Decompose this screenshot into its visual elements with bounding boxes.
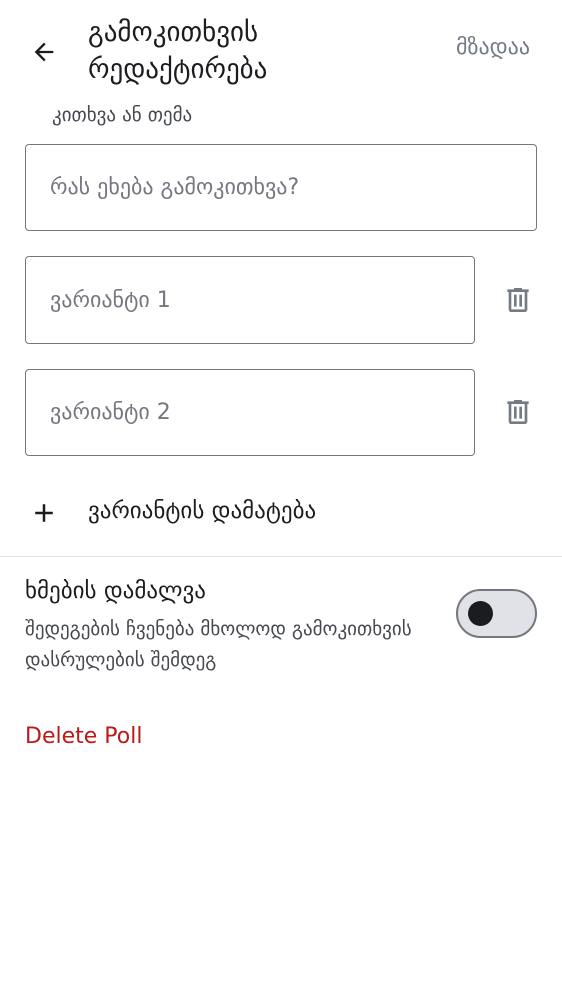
trash-icon — [507, 400, 529, 424]
page-title: გამოკითხვის რედაქტირება — [88, 17, 268, 85]
question-placeholder: რას ეხება გამოკითხვა? — [50, 175, 300, 200]
app-bar: გამოკითხვის რედაქტირება მზადაა — [0, 0, 562, 100]
option-1-placeholder: ვარიანტი 1 — [50, 287, 171, 313]
delete-option-2-button[interactable] — [500, 394, 536, 430]
delete-poll-button[interactable]: Delete Poll — [25, 724, 142, 749]
option-1-input[interactable]: ვარიანტი 1 — [25, 256, 475, 344]
arrow-back-icon — [34, 42, 54, 62]
option-2-placeholder: ვარიანტი 2 — [50, 400, 171, 425]
hide-votes-toggle[interactable] — [456, 589, 537, 638]
question-input[interactable]: რას ეხება გამოკითხვა? — [25, 144, 537, 231]
question-label: კითხვა ან თემა — [50, 104, 195, 126]
trash-icon — [507, 288, 529, 312]
add-option-button[interactable]: ვარიანტის დამატება — [0, 484, 562, 544]
option-2-input[interactable]: ვარიანტი 2 — [25, 369, 475, 456]
add-option-label: ვარიანტის დამატება — [88, 498, 317, 524]
hide-votes-title: ხმების დამალვა — [25, 578, 206, 604]
back-button[interactable] — [24, 32, 64, 72]
hide-votes-description: შედეგების ჩვენება მხოლოდ გამოკითხვის დას… — [25, 618, 412, 671]
done-button[interactable]: მზადაა — [456, 35, 530, 60]
toggle-knob — [468, 601, 493, 626]
plus-icon — [27, 496, 61, 530]
divider — [0, 556, 562, 557]
delete-option-1-button[interactable] — [500, 282, 536, 318]
